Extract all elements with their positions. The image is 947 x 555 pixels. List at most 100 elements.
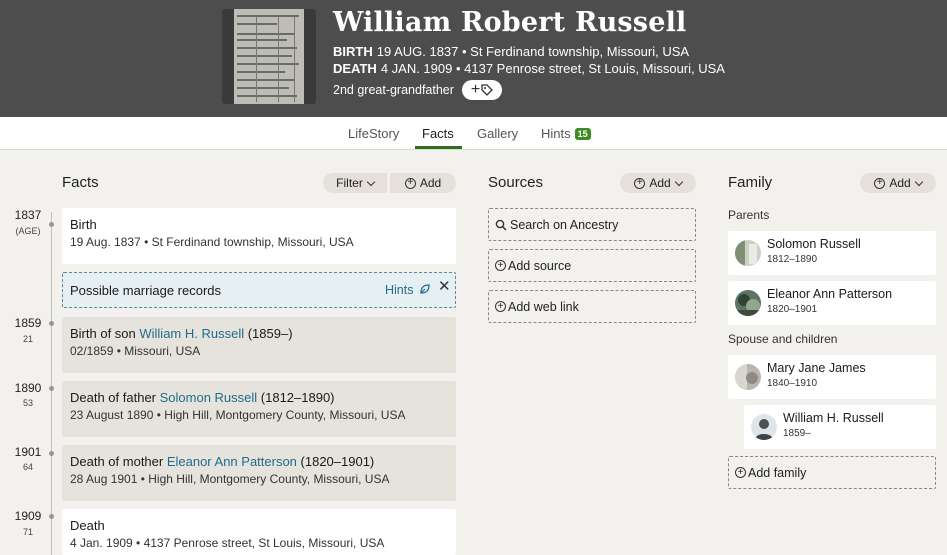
tab-bar: LifeStory Facts Gallery Hints 15 bbox=[0, 117, 947, 150]
fact-detail: 4 Jan. 1909 • 4137 Penrose street, St Lo… bbox=[70, 536, 385, 550]
timeline-year: 1909 bbox=[14, 509, 42, 523]
chevron-down-icon bbox=[914, 177, 923, 186]
person-dates: 1820–1901 bbox=[767, 304, 818, 315]
timeline-dot bbox=[49, 514, 54, 519]
facts-title: Facts bbox=[62, 174, 99, 191]
fact-title-prefix: Death of mother bbox=[70, 454, 167, 469]
add-web-link-label: Add web link bbox=[508, 299, 579, 314]
profile-photo[interactable] bbox=[222, 9, 316, 104]
add-source-menu-button[interactable]: + Add bbox=[620, 173, 696, 193]
timeline-year: 1837 bbox=[14, 208, 42, 222]
fact-death-of-mother[interactable]: Death of mother Eleanor Ann Patterson (1… bbox=[62, 445, 456, 501]
hints-link[interactable]: Hints bbox=[385, 283, 413, 297]
add-source-label: Add source bbox=[508, 258, 572, 273]
timeline-dot bbox=[49, 321, 54, 326]
fact-detail: 28 Aug 1901 • High Hill, Montgomery Coun… bbox=[70, 472, 390, 486]
fact-title-suffix: (1859–) bbox=[244, 326, 293, 341]
fact-title-suffix: (1812–1890) bbox=[257, 390, 335, 405]
person-card-mary[interactable]: Mary Jane James 1840–1910 bbox=[728, 355, 936, 399]
person-header: William Robert Russell BIRTH 19 AUG. 1837… bbox=[0, 0, 947, 117]
birth-label: BIRTH bbox=[333, 44, 373, 59]
add-fact-button[interactable]: + Add bbox=[390, 173, 456, 193]
add-family-menu-button[interactable]: + Add bbox=[860, 173, 936, 193]
tab-lifestory[interactable]: LifeStory bbox=[348, 126, 399, 141]
person-name: William H. Russell bbox=[783, 411, 884, 425]
add-label: Add bbox=[889, 176, 911, 190]
chevron-down-icon bbox=[674, 177, 683, 186]
close-icon[interactable]: ✕ bbox=[438, 277, 451, 295]
tab-gallery[interactable]: Gallery bbox=[477, 126, 518, 141]
fact-title-prefix: Birth of son bbox=[70, 326, 140, 341]
sources-title: Sources bbox=[488, 174, 544, 191]
death-label: DEATH bbox=[333, 61, 377, 76]
timeline-year: 1901 bbox=[14, 445, 42, 459]
add-source-button[interactable]: + Add source bbox=[488, 249, 696, 282]
spouse-children-label: Spouse and children bbox=[728, 332, 838, 346]
death-summary: DEATH 4 JAN. 1909 • 4137 Penrose street, … bbox=[333, 61, 725, 76]
search-on-ancestry-button[interactable]: Search on Ancestry bbox=[488, 208, 696, 241]
plus-circle-icon: + bbox=[495, 301, 506, 312]
add-fact-label: Add bbox=[419, 176, 442, 190]
plus-circle-icon: + bbox=[634, 177, 646, 189]
tab-hints[interactable]: Hints 15 bbox=[541, 126, 591, 141]
fact-title-suffix: (1820–1901) bbox=[296, 454, 375, 469]
tab-hints-label: Hints bbox=[541, 126, 571, 141]
plus-icon: + bbox=[470, 81, 481, 98]
document-image bbox=[234, 9, 304, 104]
avatar bbox=[751, 414, 777, 440]
person-dates: 1812–1890 bbox=[767, 254, 818, 265]
timeline-age: 64 bbox=[22, 462, 33, 472]
active-tab-indicator bbox=[415, 146, 462, 149]
fact-title: Death of mother Eleanor Ann Patterson (1… bbox=[70, 454, 456, 469]
mother-link[interactable]: Eleanor Ann Patterson bbox=[167, 454, 297, 469]
relationship-label: 2nd great-grandfather bbox=[333, 83, 454, 97]
person-name: Eleanor Ann Patterson bbox=[767, 287, 893, 301]
add-web-link-button[interactable]: + Add web link bbox=[488, 290, 696, 323]
tab-facts[interactable]: Facts bbox=[422, 126, 454, 141]
timeline-dot bbox=[49, 451, 54, 456]
hint-text: Possible marriage records bbox=[70, 283, 222, 298]
fact-title: Death of father Solomon Russell (1812–18… bbox=[70, 390, 456, 405]
person-card-eleanor[interactable]: Eleanor Ann Patterson 1820–1901 bbox=[728, 281, 936, 325]
timeline-year: 1890 bbox=[14, 381, 42, 395]
timeline-age: 71 bbox=[22, 527, 33, 537]
fact-death-of-father[interactable]: Death of father Solomon Russell (1812–18… bbox=[62, 381, 456, 437]
fact-title: Death bbox=[70, 518, 105, 533]
search-label: Search on Ancestry bbox=[510, 217, 619, 232]
plus-circle-icon: + bbox=[404, 177, 416, 189]
filter-label: Filter bbox=[336, 176, 363, 190]
add-family-button[interactable]: + Add family bbox=[728, 456, 936, 489]
fact-title: Birth bbox=[70, 217, 97, 232]
avatar bbox=[735, 364, 761, 390]
birth-summary: BIRTH 19 AUG. 1837 • St Ferdinand townshi… bbox=[333, 44, 689, 59]
father-link[interactable]: Solomon Russell bbox=[160, 390, 258, 405]
add-family-label: Add family bbox=[748, 465, 807, 480]
fact-detail: 19 Aug. 1837 • St Ferdinand township, Mi… bbox=[70, 235, 354, 249]
timeline-line bbox=[51, 212, 52, 555]
add-tag-button[interactable]: + bbox=[462, 80, 502, 100]
tag-icon bbox=[481, 84, 494, 96]
fact-title: Birth of son William H. Russell (1859–) bbox=[70, 326, 456, 341]
hints-count-badge: 15 bbox=[574, 128, 591, 140]
parents-label: Parents bbox=[728, 208, 770, 222]
fact-birth[interactable]: Birth 19 Aug. 1837 • St Ferdinand townsh… bbox=[62, 208, 456, 264]
birth-value: 19 AUG. 1837 • St Ferdinand township, Mi… bbox=[376, 44, 690, 59]
fact-detail: 02/1859 • Missouri, USA bbox=[70, 344, 201, 358]
person-name: Solomon Russell bbox=[767, 237, 861, 251]
timeline-age: 21 bbox=[22, 334, 33, 344]
plus-circle-icon: + bbox=[874, 177, 886, 189]
timeline-age: (AGE) bbox=[15, 226, 41, 236]
person-card-william[interactable]: William H. Russell 1859– bbox=[744, 405, 936, 449]
fact-birth-of-son[interactable]: Birth of son William H. Russell (1859–) … bbox=[62, 317, 456, 373]
filter-button[interactable]: Filter bbox=[323, 173, 389, 193]
marriage-hint-card[interactable]: Possible marriage records Hints ✕ bbox=[62, 272, 456, 308]
person-name: William Robert Russell bbox=[333, 7, 687, 38]
fact-death[interactable]: Death 4 Jan. 1909 • 4137 Penrose street,… bbox=[62, 509, 456, 555]
search-icon bbox=[495, 219, 507, 231]
timeline-dot bbox=[49, 222, 54, 227]
family-title: Family bbox=[728, 174, 773, 191]
son-link[interactable]: William H. Russell bbox=[139, 326, 244, 341]
fact-detail: 23 August 1890 • High Hill, Montgomery C… bbox=[70, 408, 406, 422]
timeline-dot bbox=[49, 386, 54, 391]
person-card-solomon[interactable]: Solomon Russell 1812–1890 bbox=[728, 231, 936, 275]
